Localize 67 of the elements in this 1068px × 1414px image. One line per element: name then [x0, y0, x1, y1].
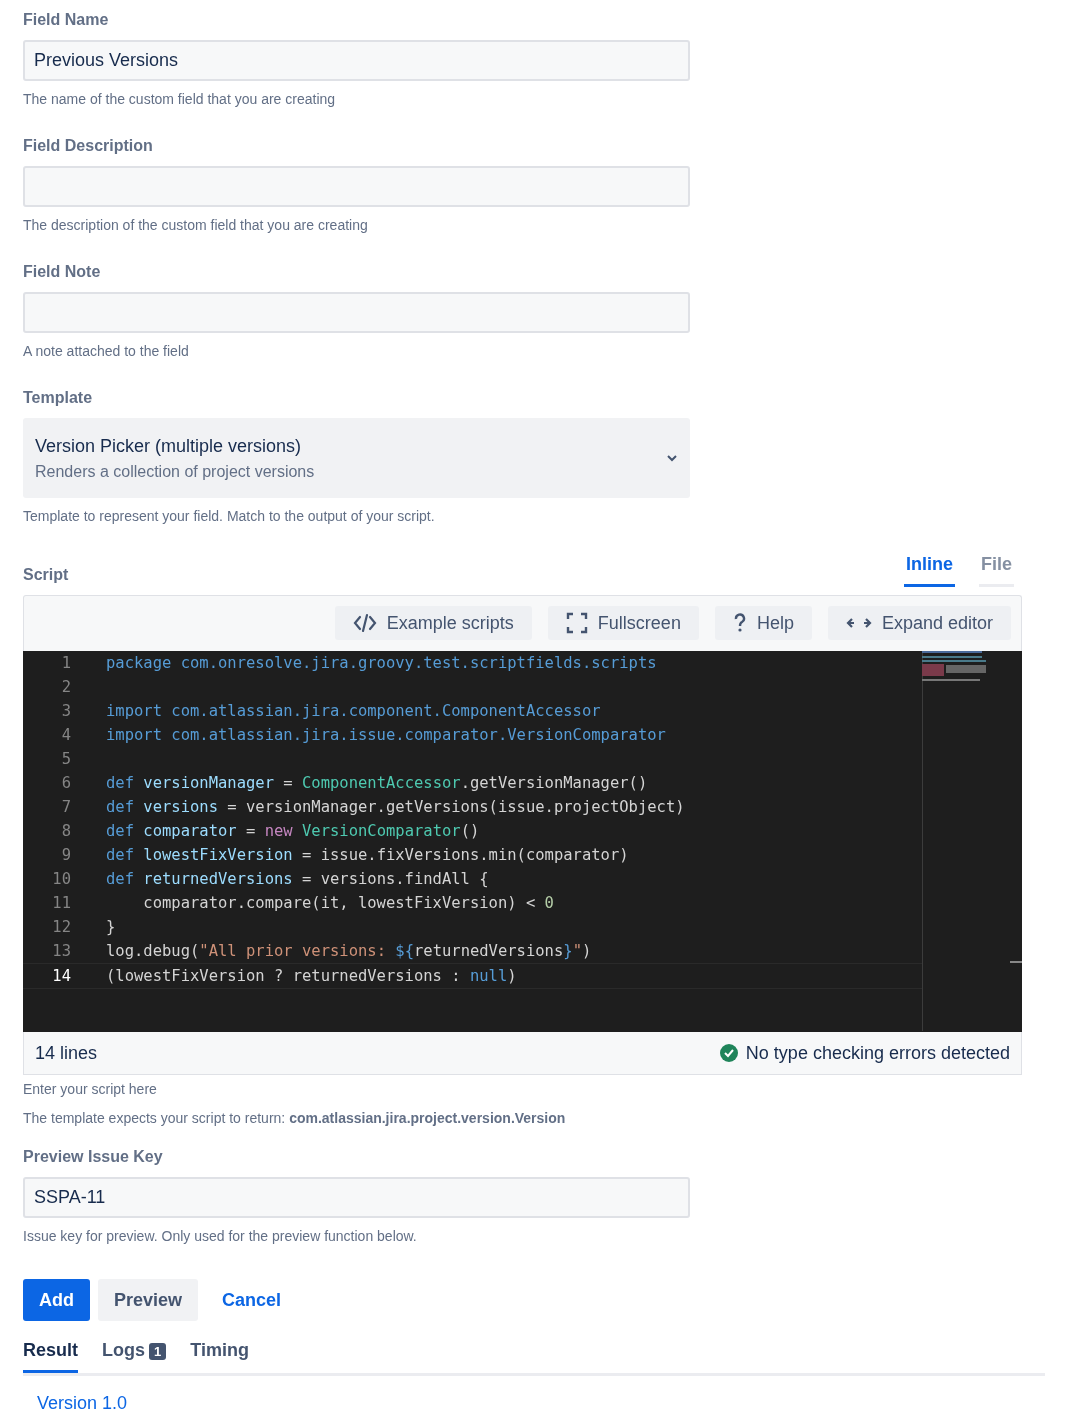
code-line: def versionManager = ComponentAccessor.getVersionManager() — [105, 773, 649, 794]
line-number: 12 — [51, 917, 71, 938]
action-button[interactable]: Preview — [98, 1279, 199, 1321]
line-number: 8 — [60, 821, 71, 842]
action-button[interactable]: Add — [23, 1279, 90, 1321]
line-count: 14 lines — [35, 1041, 98, 1065]
line-number: 11 — [51, 893, 71, 914]
toolbar-button[interactable]: Help — [714, 606, 812, 640]
help-text: Enter your script here — [23, 1080, 158, 1099]
template-select[interactable]: Version Picker (multiple versions) Renders a collection of project versions — [23, 418, 690, 498]
code-line: } — [105, 917, 117, 938]
field-label: Template — [23, 388, 94, 408]
help-text: Template to represent your field. Match to the output of your script. — [23, 507, 436, 526]
line-number: 9 — [60, 845, 71, 866]
field-label: Field Name — [23, 10, 110, 30]
code-line: import com.atlassian.jira.component.ComponentAccessor — [105, 701, 602, 722]
count-badge: 1 — [149, 1343, 167, 1360]
line-number: 13 — [51, 941, 71, 962]
code-line: def lowestFixVersion = issue.fixVersions.min(comparator) — [105, 845, 630, 866]
code-line: package com.onresolve.jira.groovy.test.scriptfields.scripts — [105, 653, 658, 674]
line-number: 1 — [60, 653, 71, 674]
tab[interactable]: Logs 1 — [102, 1337, 167, 1373]
field-label: Script — [23, 565, 69, 585]
code-line: def comparator = new VersionComparator() — [105, 821, 481, 842]
line-number: 10 — [51, 869, 71, 890]
line-number: 6 — [60, 773, 71, 794]
field-label: Field Description — [23, 136, 154, 156]
line-number: 5 — [60, 749, 71, 770]
input-field[interactable]: Previous Versions — [23, 40, 690, 81]
status-text: No type checking errors detected — [745, 1041, 1010, 1065]
line-number: 3 — [60, 701, 71, 722]
code-line: import com.atlassian.jira.issue.comparator.VersionComparator — [105, 725, 667, 746]
help-text: The description of the custom field that you are creating — [23, 216, 369, 235]
code-icon — [352, 613, 377, 633]
code-line: log.debug("All prior versions: ${returnedVersions}") — [105, 941, 593, 962]
code-line: (lowestFixVersion ? returnedVersions : null) — [105, 966, 518, 987]
input-field[interactable]: SSPA-11 — [23, 1177, 690, 1218]
result-value: Version 1.0 — [36, 1392, 129, 1414]
expand-icon — [845, 616, 872, 630]
chevron-down-icon — [666, 454, 678, 462]
code-line: def versions = versionManager.getVersions(issue.projectObject) — [105, 797, 686, 818]
toolbar-button[interactable]: Fullscreen — [547, 606, 699, 640]
select-subtitle: Renders a collection of project versions — [35, 461, 316, 482]
field-label: Preview Issue Key — [23, 1147, 164, 1167]
check-circle-icon — [719, 1044, 738, 1062]
select-title: Version Picker (multiple versions) — [35, 434, 303, 458]
input-field[interactable] — [23, 292, 690, 333]
help-text: The name of the custom field that you are creating — [23, 90, 337, 109]
tab[interactable]: Timing — [190, 1337, 249, 1373]
toolbar-button[interactable]: Expand editor — [827, 606, 1011, 640]
fullscreen-icon — [565, 612, 588, 634]
code-line: def returnedVersions = versions.findAll { — [105, 869, 490, 890]
input-field[interactable] — [23, 166, 690, 207]
tab[interactable]: Inline — [903, 551, 955, 587]
question-mark-icon — [732, 613, 747, 633]
help-text: A note attached to the field — [23, 342, 190, 361]
tab[interactable]: Result — [23, 1337, 78, 1373]
line-number: 2 — [60, 677, 71, 698]
field-label: Field Note — [23, 262, 102, 282]
help-text: Issue key for preview. Only used for the preview function below. — [23, 1227, 418, 1246]
line-number: 14 — [51, 966, 71, 987]
help-text: The template expects your script to return: com.atlassian.jira.project.version.Version — [23, 1109, 567, 1128]
line-number: 7 — [60, 797, 71, 818]
code-line: comparator.compare(it, lowestFixVersion) < 0 — [142, 893, 555, 914]
line-number: 4 — [60, 725, 71, 746]
toolbar-button[interactable]: Example scripts — [334, 606, 532, 640]
cancel-link[interactable]: Cancel — [206, 1279, 298, 1321]
